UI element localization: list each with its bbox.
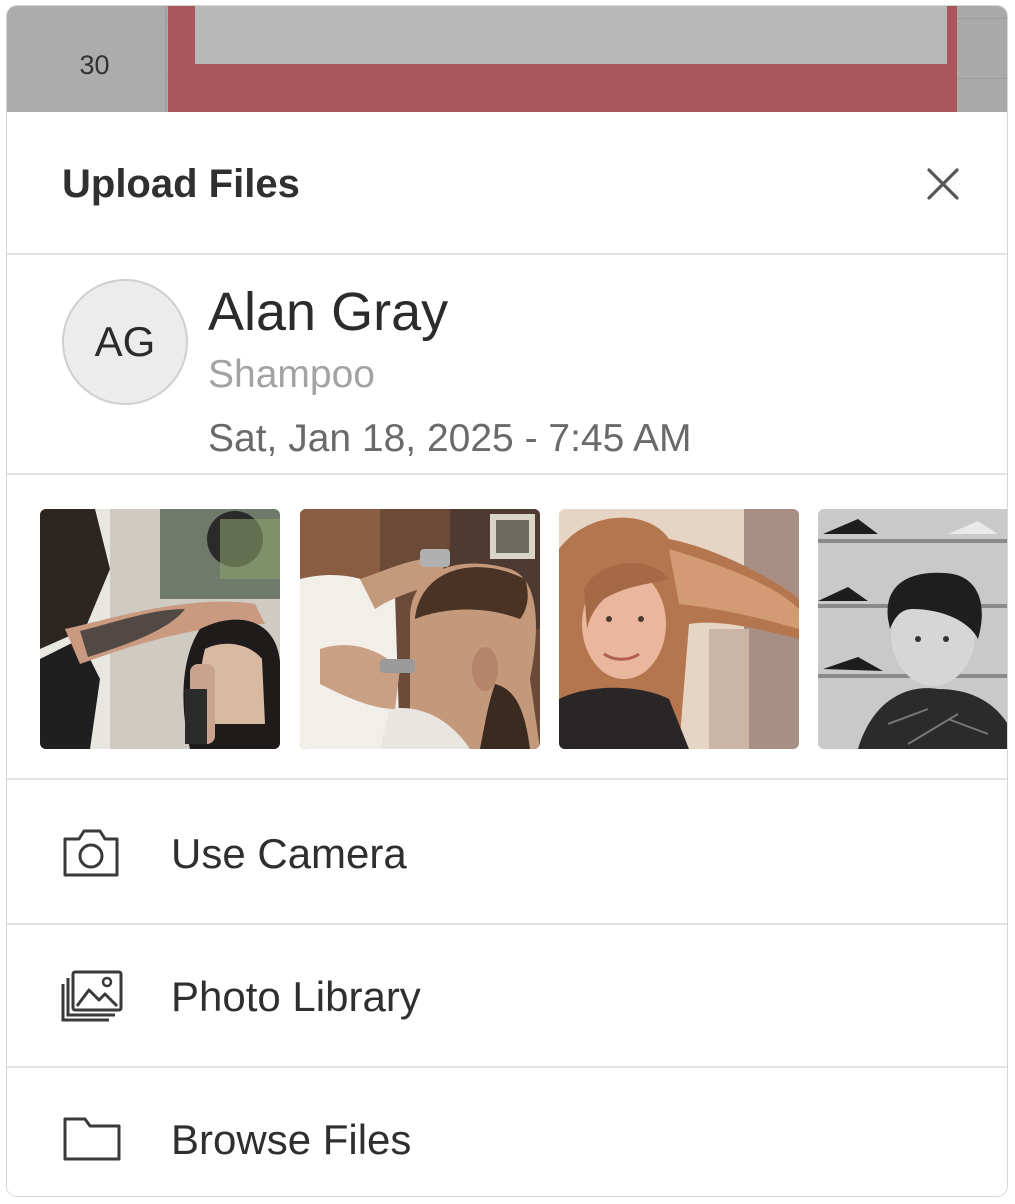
calendar-time-label: 30 <box>79 50 110 80</box>
upload-files-sheet: Upload Files AG Alan Gray Shampoo Sat, J… <box>7 112 1007 1196</box>
sheet-title: Upload Files <box>62 162 300 206</box>
photo-library-label: Photo Library <box>171 973 421 1020</box>
photo-thumbnail[interactable] <box>818 509 1007 749</box>
calendar-appointment-block <box>168 6 957 112</box>
photo-library-icon <box>61 970 123 1022</box>
avatar: AG <box>62 279 188 405</box>
sheet-header: Upload Files <box>7 112 1007 255</box>
browse-files-label: Browse Files <box>171 1116 412 1163</box>
service-name: Shampoo <box>208 353 375 396</box>
client-name: Alan Gray <box>208 282 449 342</box>
calendar-appointment-inner <box>195 6 947 64</box>
photo-thumbnail[interactable] <box>300 509 540 749</box>
photo-thumbnail[interactable] <box>40 509 280 749</box>
photo-thumbnail[interactable] <box>559 509 799 749</box>
close-button[interactable] <box>919 160 967 208</box>
appointment-datetime: Sat, Jan 18, 2025 - 7:45 AM <box>208 417 692 460</box>
recent-photos-strip <box>7 475 1007 780</box>
app-frame: 30 Upload Files AG Alan Gray Shampoo Sat… <box>7 6 1007 1196</box>
use-camera-label: Use Camera <box>171 830 407 877</box>
calendar-background: 30 <box>7 6 1007 112</box>
camera-icon <box>63 829 119 877</box>
photo-library-option[interactable]: Photo Library <box>7 925 1007 1066</box>
browse-files-option[interactable]: Browse Files <box>7 1068 1007 1196</box>
close-icon <box>927 168 959 200</box>
use-camera-option[interactable]: Use Camera <box>7 782 1007 923</box>
folder-icon <box>63 1117 121 1161</box>
client-summary: AG Alan Gray Shampoo Sat, Jan 18, 2025 -… <box>7 255 1007 475</box>
